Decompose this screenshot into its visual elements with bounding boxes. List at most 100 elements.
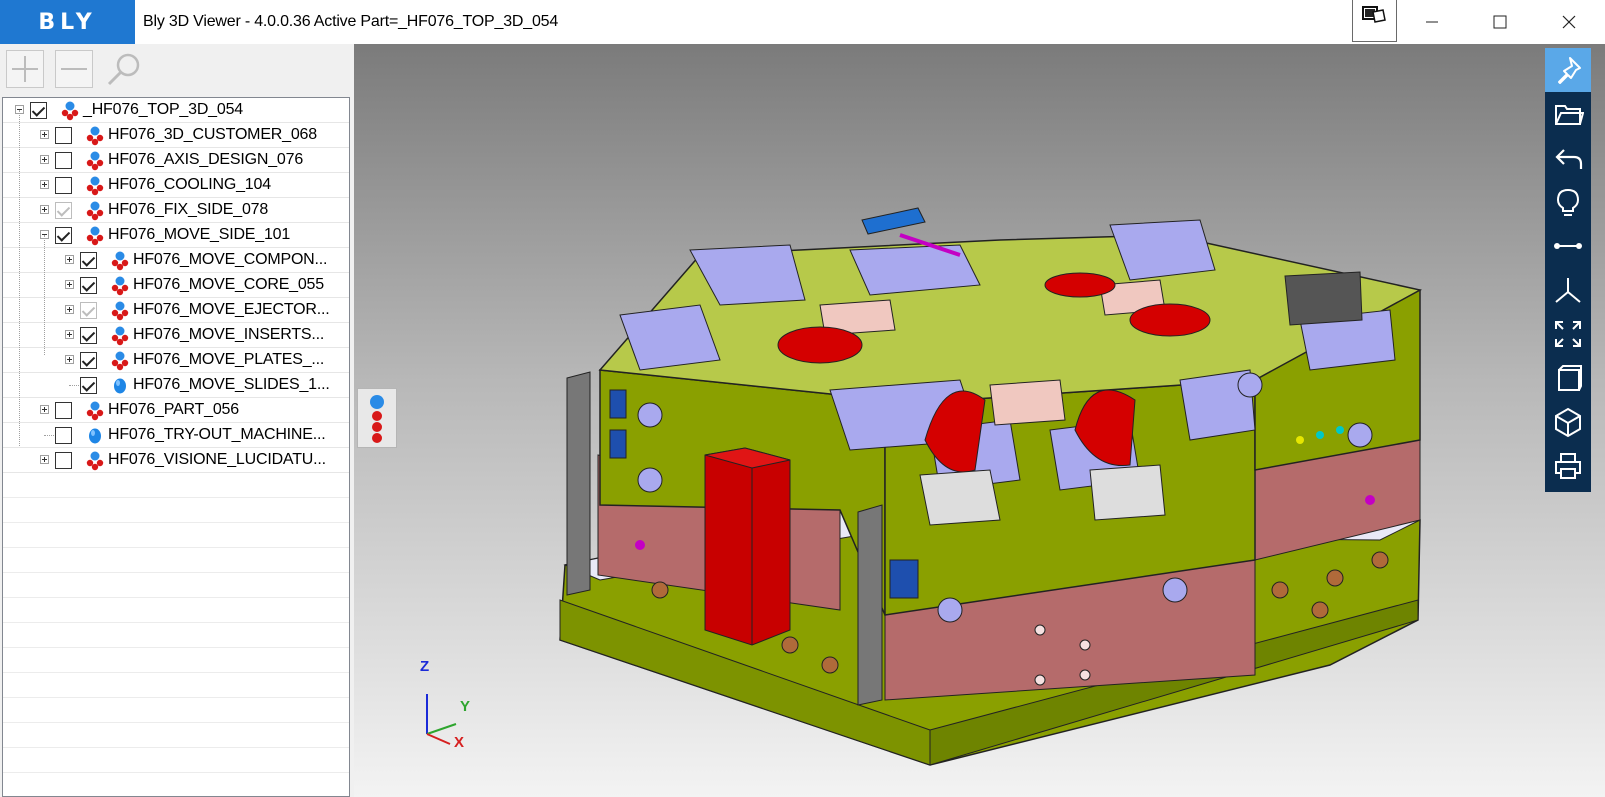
part-icon [86,426,104,446]
visibility-checkbox[interactable] [55,202,72,219]
visibility-checkbox[interactable] [80,302,97,319]
tree-item-label: HF076_MOVE_INSERTS... [133,326,325,343]
visibility-checkbox[interactable] [55,402,72,419]
assembly-icon [86,226,104,246]
assembly-icon [86,176,104,196]
tree-row[interactable]: HF076_MOVE_PLATES_... [3,348,349,373]
tree-row[interactable]: _HF076_TOP_3D_054 [3,98,349,123]
measure-button[interactable] [1545,224,1591,268]
fit-view-icon [1555,321,1581,347]
pin-button[interactable] [1545,48,1591,92]
maximize-icon [1493,15,1507,29]
tree-row[interactable]: HF076_MOVE_SIDE_101 [3,223,349,248]
mold-model-render[interactable] [354,44,1605,797]
close-icon [1562,15,1576,29]
visibility-checkbox[interactable] [55,177,72,194]
tree-item-label: HF076_MOVE_CORE_055 [133,276,324,293]
axes-icon [1555,278,1581,303]
tree-item-label: HF076_MOVE_PLATES_... [133,351,325,368]
visibility-checkbox[interactable] [80,252,97,269]
model-tree[interactable]: _HF076_TOP_3D_054 HF076_3D_CUSTOMER_068 HF… [2,97,350,797]
undo-button[interactable] [1545,136,1591,180]
empty-row [3,648,349,673]
expand-all-button[interactable] [6,50,44,88]
tree-row[interactable]: HF076_TRY-OUT_MACHINE... [3,423,349,448]
empty-row [3,698,349,723]
expand-node-icon[interactable] [65,255,74,264]
undo-icon [1555,149,1583,169]
cube-view-icon [1555,407,1581,438]
visibility-checkbox[interactable] [55,227,72,244]
empty-row [3,748,349,773]
fit-view-button[interactable] [1545,312,1591,356]
close-button[interactable] [1546,0,1592,44]
tree-item-label: HF076_FIX_SIDE_078 [108,201,269,218]
assembly-icon [111,301,129,321]
open-folder-button[interactable] [1545,92,1591,136]
expand-node-icon[interactable] [40,455,49,464]
expand-node-icon[interactable] [40,155,49,164]
window-title: Bly 3D Viewer - 4.0.0.36 Active Part=_HF… [143,13,559,30]
minimize-button[interactable] [1409,0,1455,44]
assembly-icon [111,251,129,271]
visibility-checkbox[interactable] [30,102,47,119]
tree-row[interactable]: HF076_PART_056 [3,398,349,423]
empty-row [3,498,349,523]
z-axis-label: Z [420,658,430,675]
tree-row[interactable]: HF076_MOVE_INSERTS... [3,323,349,348]
expand-node-icon[interactable] [65,355,74,364]
expand-node-icon[interactable] [40,405,49,414]
tree-row[interactable]: HF076_AXIS_DESIGN_076 [3,148,349,173]
expand-node-icon[interactable] [40,205,49,214]
visibility-checkbox[interactable] [55,152,72,169]
tree-row[interactable]: HF076_MOVE_CORE_055 [3,273,349,298]
print-icon [1555,453,1581,479]
model-icon-button[interactable] [1352,0,1397,42]
section-box-button[interactable] [1545,356,1591,400]
visibility-checkbox[interactable] [80,277,97,294]
cube-view-button[interactable] [1545,400,1591,444]
tree-row[interactable]: HF076_FIX_SIDE_078 [3,198,349,223]
expand-node-icon[interactable] [65,330,74,339]
expand-node-icon[interactable] [65,280,74,289]
axes-button[interactable] [1545,268,1591,312]
visibility-checkbox[interactable] [80,327,97,344]
3d-viewport[interactable]: Z Y X [354,44,1605,797]
expand-node-icon[interactable] [40,130,49,139]
pin-icon [1558,57,1581,84]
collapse-all-button[interactable] [55,50,93,88]
visibility-checkbox[interactable] [55,452,72,469]
visibility-checkbox[interactable] [55,127,72,144]
assembly-large-icon [370,395,384,443]
lightbulb-button[interactable] [1545,180,1591,224]
tree-row[interactable]: HF076_VISIONE_LUCIDATU... [3,448,349,473]
assembly-toggle-button[interactable] [357,388,397,448]
tree-row[interactable]: HF076_MOVE_COMPON... [3,248,349,273]
empty-row [3,573,349,598]
tree-row[interactable]: HF076_MOVE_SLIDES_1... [3,373,349,398]
assembly-icon [111,326,129,346]
assembly-icon [86,151,104,171]
visibility-checkbox[interactable] [55,427,72,444]
maximize-button[interactable] [1477,0,1523,44]
search-icon [107,53,140,86]
print-button[interactable] [1545,444,1591,488]
tree-row[interactable]: HF076_3D_CUSTOMER_068 [3,123,349,148]
tree-item-label: HF076_VISIONE_LUCIDATU... [108,451,326,468]
plus-icon [12,56,38,82]
tree-row[interactable]: HF076_MOVE_EJECTOR... [3,298,349,323]
empty-row [3,673,349,698]
search-button[interactable] [104,50,144,90]
empty-row [3,523,349,548]
measure-icon [1554,243,1582,249]
assembly-icon [86,401,104,421]
expand-node-icon[interactable] [65,305,74,314]
minus-icon [61,68,87,70]
visibility-checkbox[interactable] [80,352,97,369]
visibility-checkbox[interactable] [80,377,97,394]
title-bar: BLY Bly 3D Viewer - 4.0.0.36 Active Part… [0,0,1605,44]
assembly-icon [61,101,79,121]
tree-item-label: HF076_3D_CUSTOMER_068 [108,126,317,143]
expand-node-icon[interactable] [40,180,49,189]
tree-row[interactable]: HF076_COOLING_104 [3,173,349,198]
